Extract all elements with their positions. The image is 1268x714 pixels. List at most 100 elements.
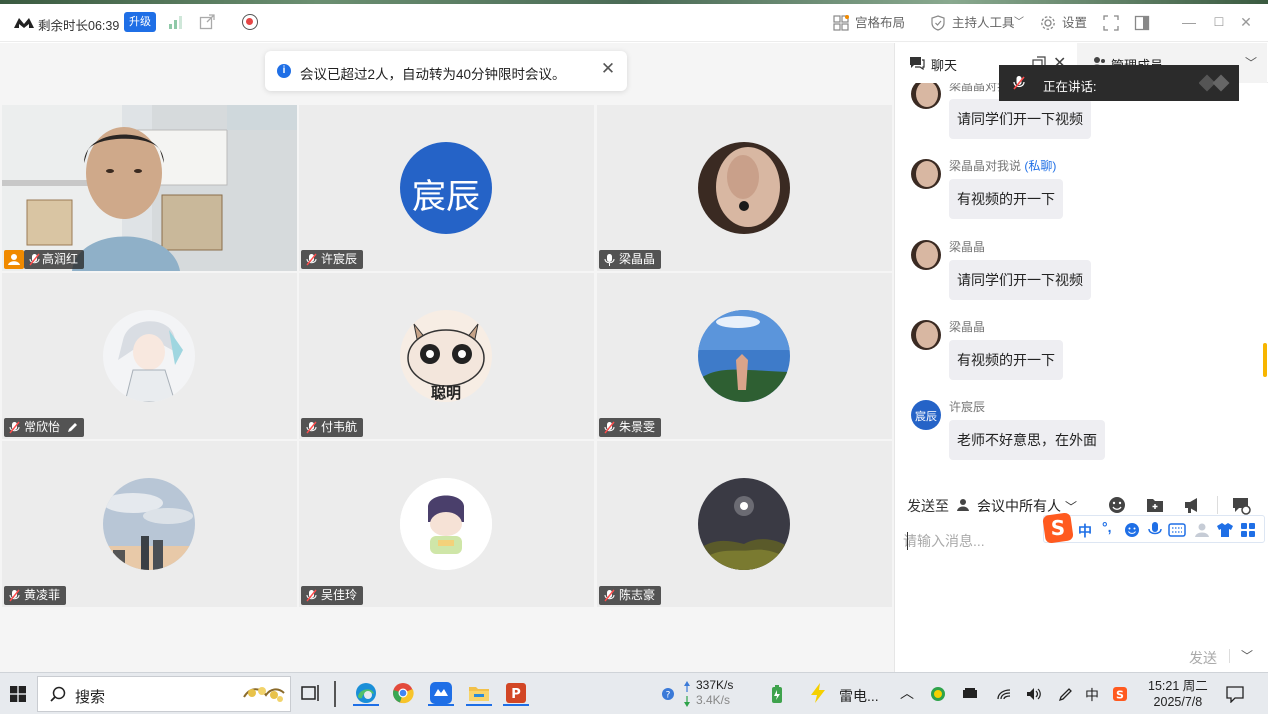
share-icon[interactable] xyxy=(199,14,215,30)
video-tile[interactable]: 陈志豪 xyxy=(597,441,892,607)
layout-menu[interactable]: 宫格布局 xyxy=(855,14,905,32)
message-bubble: 有视频的开一下 xyxy=(949,340,1063,380)
notification-icon[interactable] xyxy=(1226,685,1244,703)
close-button[interactable]: ✕ xyxy=(1237,13,1255,31)
panel-menu-chevron-icon[interactable]: ﹀ xyxy=(1245,54,1257,71)
download-speed: 3.4K/s xyxy=(696,693,731,707)
toolbar-divider xyxy=(1217,496,1218,514)
sidebar-toggle-icon[interactable] xyxy=(1134,15,1150,31)
video-tile[interactable]: 朱景雯 xyxy=(597,273,892,439)
ime-keyboard-icon[interactable] xyxy=(1168,522,1186,538)
participant-name-text: 吴佳玲 xyxy=(321,588,358,602)
message-sender: 梁晶晶 xyxy=(949,320,986,334)
sogou-ime-icon[interactable]: S xyxy=(1042,512,1074,544)
pen-tray-icon[interactable] xyxy=(1058,686,1074,702)
tray-app-icon[interactable] xyxy=(930,686,946,702)
avatar xyxy=(911,83,941,109)
announcement-icon[interactable] xyxy=(1182,495,1202,515)
mic-muted-icon xyxy=(306,253,317,266)
video-tile[interactable]: 宸辰 许宸辰 xyxy=(299,105,594,271)
avatar-image xyxy=(103,478,195,570)
participant-name: 许宸辰 xyxy=(301,250,364,269)
minimize-button[interactable]: — xyxy=(1180,13,1198,31)
thunder-emulator-icon[interactable] xyxy=(808,682,828,704)
close-notice-button[interactable]: ✕ xyxy=(599,60,617,78)
battery-icon[interactable] xyxy=(770,684,784,704)
meeting-limit-notice: i 会议已超过2人，自动转为40分钟限时会议。 ✕ xyxy=(265,51,627,91)
host-tools-menu[interactable]: 主持人工具 xyxy=(952,14,1015,32)
mic-muted-icon xyxy=(306,421,317,434)
search-highlight-icon xyxy=(243,687,285,702)
chrome-icon[interactable] xyxy=(390,680,416,706)
shield-icon xyxy=(931,15,945,31)
video-tile[interactable]: 常欣怡 xyxy=(2,273,297,439)
video-tile[interactable]: 黄凌菲 xyxy=(2,441,297,607)
video-tile[interactable]: 梁晶晶 xyxy=(597,105,892,271)
avatar-image xyxy=(400,478,492,570)
fullscreen-icon[interactable] xyxy=(1103,15,1119,31)
message-bubble: 老师不好意思，在外面 xyxy=(949,420,1105,460)
scrollbar-indicator[interactable] xyxy=(1263,343,1267,377)
tab-chat-label: 聊天 xyxy=(931,58,958,73)
record-button[interactable] xyxy=(242,14,258,30)
avatar xyxy=(698,478,790,570)
windows-start-icon[interactable] xyxy=(10,686,26,702)
device-tray-icon[interactable] xyxy=(962,686,978,702)
emoji-icon[interactable] xyxy=(1107,495,1127,515)
mic-muted-icon xyxy=(306,589,317,602)
folder-icon[interactable] xyxy=(1145,495,1165,515)
ime-punct-icon[interactable]: °, xyxy=(1102,519,1112,535)
chat-settings-icon[interactable] xyxy=(1231,495,1251,515)
video-tile[interactable]: 聪明 付韦航 xyxy=(299,273,594,439)
sogou-tray-icon[interactable]: S xyxy=(1112,686,1128,702)
mic-muted-icon xyxy=(9,421,20,434)
avatar xyxy=(911,159,941,189)
help-tray-icon[interactable]: ? xyxy=(660,686,676,702)
ime-emoji-icon[interactable] xyxy=(1124,522,1140,538)
video-tile[interactable]: 高润红 xyxy=(2,105,297,271)
ime-voice-icon[interactable] xyxy=(1148,521,1162,539)
send-button[interactable]: 发送 xyxy=(1189,648,1217,668)
upgrade-button[interactable]: 升级 xyxy=(124,12,156,32)
ime-toolbar[interactable]: S 中 °, xyxy=(1042,512,1265,544)
participant-name-text: 常欣怡 xyxy=(24,420,61,434)
gear-icon[interactable] xyxy=(1040,15,1056,31)
edge-browser-icon[interactable] xyxy=(353,680,379,706)
taskbar-search[interactable]: 搜索 xyxy=(37,676,291,712)
tray-expand-icon[interactable]: ︿ xyxy=(900,683,914,703)
avatar-text: 宸辰 xyxy=(915,411,937,423)
send-divider xyxy=(1229,649,1230,663)
ime-user-icon[interactable] xyxy=(1194,522,1210,538)
avatar-text: 聪明 xyxy=(431,384,461,402)
signal-icon[interactable] xyxy=(168,15,184,29)
maximize-button[interactable]: ☐ xyxy=(1210,13,1228,31)
file-explorer-icon[interactable] xyxy=(466,680,492,706)
participant-name-text: 陈志豪 xyxy=(619,588,656,602)
message-sender: 梁晶晶对我说 (私聊) xyxy=(949,157,1056,174)
ime-mode-indicator[interactable]: 中 xyxy=(1078,521,1092,541)
avatar-image xyxy=(698,310,790,402)
avatar-image xyxy=(698,478,790,570)
chevron-down-icon[interactable]: ﹀ xyxy=(1014,14,1024,32)
task-view-icon[interactable] xyxy=(297,680,323,706)
ime-apps-icon[interactable] xyxy=(1240,522,1256,538)
ime-skin-icon[interactable] xyxy=(1216,522,1234,538)
input-language-indicator[interactable]: 中 xyxy=(1085,685,1099,705)
speaking-label: 正在讲话: xyxy=(1043,80,1097,94)
volume-icon[interactable] xyxy=(1026,686,1042,702)
avatar-image xyxy=(698,142,790,234)
mic-muted-icon xyxy=(604,421,615,434)
avatar xyxy=(400,478,492,570)
settings-button[interactable]: 设置 xyxy=(1062,14,1087,32)
send-options-chevron-icon[interactable]: ﹀ xyxy=(1241,647,1253,664)
video-tile[interactable]: 吴佳玲 xyxy=(299,441,594,607)
thunder-app-label[interactable]: 雷电... xyxy=(839,686,879,706)
participant-name: 黄凌菲 xyxy=(4,586,67,605)
system-clock[interactable]: 15:21 周二 2025/7/8 xyxy=(1148,678,1208,710)
participant-name-text: 许宸辰 xyxy=(321,252,358,266)
participant-name-text: 朱景雯 xyxy=(619,420,656,434)
wifi-icon[interactable] xyxy=(996,686,1012,702)
tencent-meeting-icon[interactable] xyxy=(428,680,454,706)
powerpoint-icon[interactable]: P xyxy=(503,680,529,706)
grid-layout-icon[interactable] xyxy=(833,15,849,31)
